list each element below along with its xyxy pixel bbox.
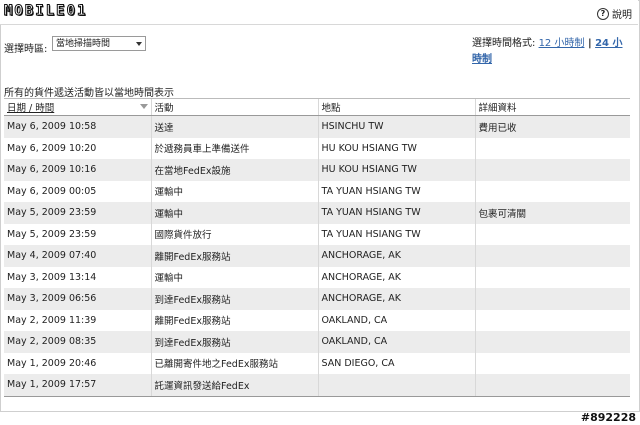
cell-activity: 國際貨件放行	[150, 223, 318, 245]
cell-details	[474, 266, 630, 288]
cell-activity: 已離開寄件地之FedEx服務站	[150, 352, 318, 374]
tracking-history-table: 日期 / 時間 活動 地點 詳細資料 May 6, 2009 10:58 送達 HS…	[4, 98, 630, 397]
chevron-down-icon	[136, 42, 142, 46]
cell-activity: 於遞務員車上準備送件	[150, 137, 318, 159]
cell-details	[474, 245, 630, 267]
cell-date: May 1, 2009 17:57	[4, 374, 151, 397]
cell-location: TA YUAN HSIANG TW	[317, 223, 475, 245]
cell-location	[317, 374, 475, 397]
mobile01-logo: MOBILE01	[3, 3, 88, 20]
table-row: May 1, 2009 17:57 託運資訊發送給FedEx	[4, 374, 630, 397]
table-row: May 6, 2009 10:16 在當地FedEx設施 HU KOU HSIANG…	[4, 159, 630, 181]
timezone-selected-value: 當地掃描時間	[56, 39, 111, 49]
cell-activity: 運輸中	[150, 180, 318, 202]
time-format-selector: 選擇時間格式: 12 小時制 | 24 小時制	[472, 36, 632, 68]
time-format-label: 選擇時間格式:	[472, 38, 536, 49]
cell-date: May 5, 2009 23:59	[4, 202, 151, 224]
table-row: May 3, 2009 06:56 到達FedEx服務站 ANCHORAGE, AK	[4, 288, 630, 310]
column-header-details: 詳細資料	[474, 98, 630, 116]
help-link[interactable]: ? 說明	[597, 6, 632, 21]
cell-activity: 運輸中	[150, 202, 318, 224]
cell-date: May 2, 2009 08:35	[4, 331, 151, 353]
cell-details	[474, 180, 630, 202]
cell-details	[474, 331, 630, 353]
cell-date: May 3, 2009 06:56	[4, 288, 151, 310]
table-row: May 1, 2009 20:46 已離開寄件地之FedEx服務站 SAN DIEG…	[4, 352, 630, 374]
time-format-12h-link[interactable]: 12 小時制	[539, 38, 585, 49]
cell-location: OAKLAND, CA	[317, 309, 475, 331]
cell-date: May 3, 2009 13:14	[4, 266, 151, 288]
help-label: 說明	[612, 10, 632, 21]
cell-details	[474, 374, 630, 397]
cell-details: 費用已收	[474, 115, 630, 138]
cell-details	[474, 352, 630, 374]
sort-arrow-icon	[139, 104, 148, 109]
cell-location: OAKLAND, CA	[317, 331, 475, 353]
cell-activity: 運輸中	[150, 266, 318, 288]
cell-location: TA YUAN HSIANG TW	[317, 202, 475, 224]
table-row: May 5, 2009 23:59 運輸中 TA YUAN HSIANG TW 包裹可…	[4, 202, 630, 224]
table-header-row: 日期 / 時間 活動 地點 詳細資料	[4, 98, 630, 116]
watermark: #892228	[580, 411, 636, 424]
table-row: May 6, 2009 00:05 運輸中 TA YUAN HSIANG TW	[4, 180, 630, 202]
cell-location: ANCHORAGE, AK	[317, 288, 475, 310]
time-format-separator: |	[584, 38, 596, 49]
column-header-activity: 活動	[150, 98, 318, 116]
cell-date: May 6, 2009 10:16	[4, 159, 151, 181]
table-row: May 6, 2009 10:58 送達 HSINCHU TW 費用已收	[4, 115, 630, 138]
cell-location: ANCHORAGE, AK	[317, 245, 475, 267]
cell-activity: 到達FedEx服務站	[150, 331, 318, 353]
cell-location: ANCHORAGE, AK	[317, 266, 475, 288]
cell-date: May 6, 2009 00:05	[4, 180, 151, 202]
cell-date: May 5, 2009 23:59	[4, 223, 151, 245]
cell-details	[474, 223, 630, 245]
table-row: May 4, 2009 07:40 離開FedEx服務站 ANCHORAGE, AK	[4, 245, 630, 267]
cell-location: HU KOU HSIANG TW	[317, 159, 475, 181]
cell-date: May 4, 2009 07:40	[4, 245, 151, 267]
table-row: May 5, 2009 23:59 國際貨件放行 TA YUAN HSIANG TW	[4, 223, 630, 245]
help-icon: ?	[597, 7, 609, 20]
timezone-label: 選擇時區:	[4, 44, 48, 55]
cell-date: May 6, 2009 10:20	[4, 137, 151, 159]
cell-activity: 送達	[150, 115, 318, 138]
cell-details	[474, 137, 630, 159]
cell-date: May 1, 2009 20:46	[4, 352, 151, 374]
column-header-date-label: 日期 / 時間	[7, 103, 55, 114]
cell-location: HU KOU HSIANG TW	[317, 137, 475, 159]
column-header-date[interactable]: 日期 / 時間	[4, 98, 151, 116]
table-row: May 6, 2009 10:20 於遞務員車上準備送件 HU KOU HSIANG…	[4, 137, 630, 159]
table-row: May 3, 2009 13:14 運輸中 ANCHORAGE, AK	[4, 266, 630, 288]
cell-activity: 託運資訊發送給FedEx	[150, 374, 318, 397]
cell-details	[474, 159, 630, 181]
cell-location: HSINCHU TW	[317, 115, 475, 138]
header-bar: MOBILE01 ? 說明	[0, 0, 638, 25]
timezone-select[interactable]: 當地掃描時間	[52, 36, 146, 51]
cell-details	[474, 288, 630, 310]
cell-details	[474, 309, 630, 331]
cell-activity: 離開FedEx服務站	[150, 309, 318, 331]
cell-date: May 2, 2009 11:39	[4, 309, 151, 331]
column-header-location: 地點	[317, 98, 475, 116]
table-row: May 2, 2009 11:39 離開FedEx服務站 OAKLAND, CA	[4, 309, 630, 331]
cell-activity: 離開FedEx服務站	[150, 245, 318, 267]
cell-location: TA YUAN HSIANG TW	[317, 180, 475, 202]
cell-date: May 6, 2009 10:58	[4, 115, 151, 138]
table-row: May 2, 2009 08:35 到達FedEx服務站 OAKLAND, CA	[4, 331, 630, 353]
cell-activity: 在當地FedEx設施	[150, 159, 318, 181]
timezone-note: 所有的貨件遞送活動皆以當地時間表示	[4, 88, 174, 99]
cell-activity: 到達FedEx服務站	[150, 288, 318, 310]
cell-details: 包裹可清關	[474, 202, 630, 224]
cell-location: SAN DIEGO, CA	[317, 352, 475, 374]
